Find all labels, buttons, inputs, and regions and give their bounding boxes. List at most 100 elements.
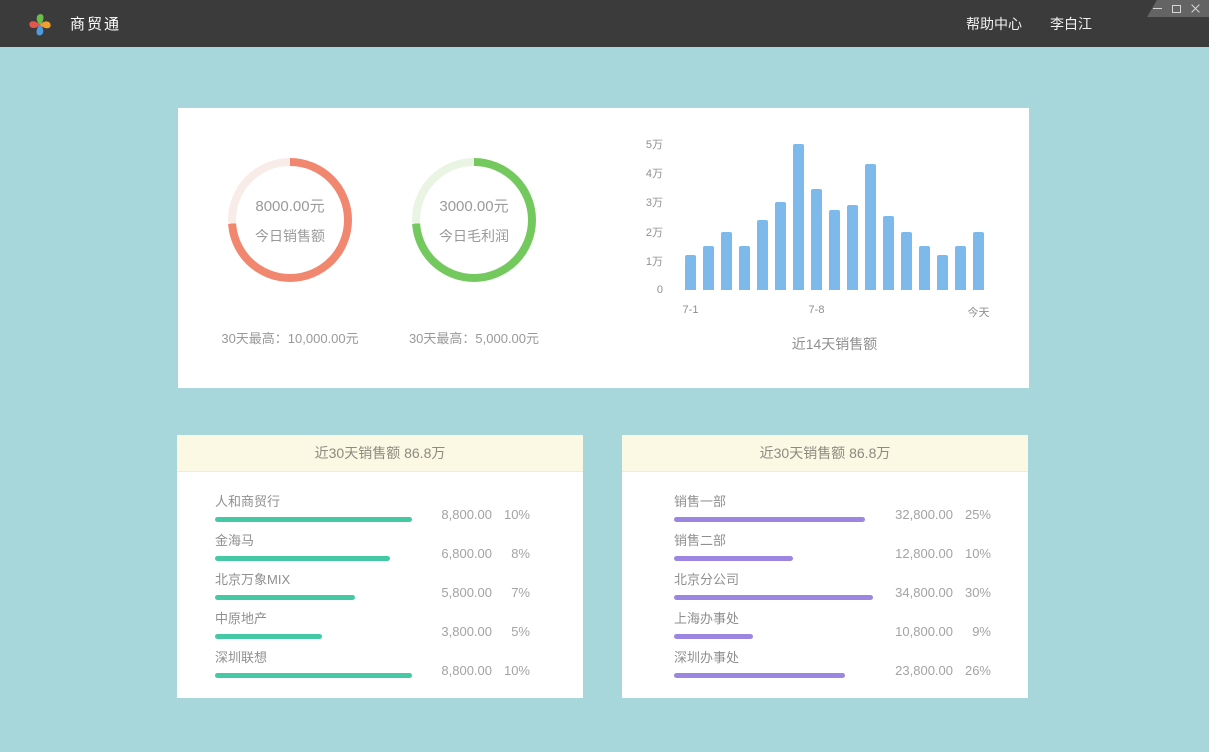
sales-bar bbox=[937, 255, 948, 290]
item-amount: 3,800.00 bbox=[441, 624, 492, 639]
item-amount: 8,800.00 bbox=[441, 663, 492, 678]
sales-bar bbox=[865, 164, 876, 290]
sales-bar bbox=[775, 202, 786, 290]
window-close-icon[interactable] bbox=[1191, 4, 1200, 13]
item-progress-bar bbox=[215, 673, 412, 678]
item-label: 金海马 bbox=[215, 530, 398, 549]
chart-caption: 近14天销售额 bbox=[685, 334, 984, 354]
item-label: 北京分公司 bbox=[674, 569, 873, 588]
item-amount: 34,800.00 bbox=[895, 585, 953, 600]
today-profit-value: 3000.00元 bbox=[439, 195, 508, 216]
sales-bar bbox=[811, 189, 822, 290]
sales-bar bbox=[793, 144, 804, 290]
item-main: 中原地产 bbox=[215, 603, 398, 642]
item-percent: 8% bbox=[492, 546, 530, 561]
item-progress-bar bbox=[674, 634, 753, 639]
sales-bar bbox=[757, 220, 768, 290]
list-item: 深圳联想 8,800.0010% bbox=[215, 642, 530, 681]
item-label: 深圳联想 bbox=[215, 647, 412, 666]
window-maximize-icon[interactable] bbox=[1172, 5, 1181, 13]
list-item: 中原地产3,800.005% bbox=[215, 603, 530, 642]
panel-title: 近30天销售额 86.8万 bbox=[622, 435, 1028, 472]
list-item: 人和商贸行8,800.0010% bbox=[215, 486, 530, 525]
item-percent: 10% bbox=[492, 507, 530, 522]
panel-body: 销售一部32,800.0025%销售二部12,800.0010%北京分公司34,… bbox=[622, 472, 1028, 681]
item-progress-bar bbox=[674, 673, 845, 678]
item-amount: 10,800.00 bbox=[895, 624, 953, 639]
sales-bar bbox=[919, 246, 930, 290]
today-profit-gauge: 3000.00元 今日毛利润 bbox=[412, 158, 536, 282]
sales-bar bbox=[685, 255, 696, 290]
item-value: 6,800.008% bbox=[398, 525, 530, 564]
item-amount: 32,800.00 bbox=[895, 507, 953, 522]
user-name-link[interactable]: 李白江 bbox=[1050, 14, 1092, 34]
y-axis-tick: 4万 bbox=[646, 165, 663, 181]
list-item: 北京分公司34,800.0030% bbox=[674, 564, 991, 603]
item-progress-bar bbox=[215, 556, 390, 561]
today-sales-value: 8000.00元 bbox=[255, 195, 324, 216]
brand: 商贸通 bbox=[27, 11, 121, 37]
item-value: 5,800.007% bbox=[398, 564, 530, 603]
item-main: 人和商贸行 bbox=[215, 486, 412, 525]
item-percent: 7% bbox=[492, 585, 530, 600]
item-percent: 10% bbox=[492, 663, 530, 678]
item-label: 销售二部 bbox=[674, 530, 859, 549]
item-amount: 8,800.00 bbox=[441, 507, 492, 522]
item-amount: 5,800.00 bbox=[441, 585, 492, 600]
y-axis: 5万4万3万2万1万0 bbox=[613, 144, 663, 290]
y-axis-tick: 0 bbox=[657, 284, 663, 296]
item-label: 上海办事处 bbox=[674, 608, 859, 627]
item-percent: 9% bbox=[953, 624, 991, 639]
item-progress-bar bbox=[674, 517, 865, 522]
item-value: 34,800.0030% bbox=[873, 564, 991, 603]
list-item: 深圳办事处23,800.0026% bbox=[674, 642, 991, 681]
item-percent: 26% bbox=[953, 663, 991, 678]
y-axis-tick: 1万 bbox=[646, 253, 663, 269]
item-label: 人和商贸行 bbox=[215, 491, 412, 510]
list-item: 上海办事处 10,800.009% bbox=[674, 603, 991, 642]
customer-sales-panel: 近30天销售额 86.8万 人和商贸行8,800.0010%金海马6,800.0… bbox=[177, 435, 583, 698]
item-percent: 25% bbox=[953, 507, 991, 522]
item-amount: 23,800.00 bbox=[895, 663, 953, 678]
window-controls bbox=[1147, 0, 1209, 17]
item-value: 32,800.0025% bbox=[865, 486, 991, 525]
item-progress-bar bbox=[215, 634, 322, 639]
item-main: 销售二部 bbox=[674, 525, 859, 564]
summary-card: 8000.00元 今日销售额 3000.00元 今日毛利润 30天最高：10,0… bbox=[178, 108, 1029, 388]
bar-plot bbox=[685, 144, 984, 290]
item-value: 8,800.0010% bbox=[412, 486, 530, 525]
list-item: 销售一部32,800.0025% bbox=[674, 486, 991, 525]
sales-bar bbox=[721, 232, 732, 290]
item-label: 深圳办事处 bbox=[674, 647, 859, 666]
item-value: 23,800.0026% bbox=[859, 642, 991, 681]
sales-bar bbox=[955, 246, 966, 290]
item-main: 北京分公司 bbox=[674, 564, 873, 603]
sales-bar bbox=[847, 205, 858, 290]
y-axis-tick: 5万 bbox=[646, 136, 663, 152]
sales-bar bbox=[703, 246, 714, 290]
app-logo-pinwheel-icon bbox=[27, 11, 53, 37]
titlebar-menu: 帮助中心 李白江 bbox=[966, 14, 1092, 34]
item-value: 3,800.005% bbox=[398, 603, 530, 642]
item-main: 销售一部 bbox=[674, 486, 865, 525]
list-item: 销售二部 12,800.0010% bbox=[674, 525, 991, 564]
today-sales-label: 今日销售额 bbox=[255, 226, 325, 246]
x-axis-tick: 今天 bbox=[968, 304, 990, 320]
y-axis-tick: 3万 bbox=[646, 194, 663, 210]
window-minimize-icon[interactable] bbox=[1153, 8, 1162, 9]
item-percent: 10% bbox=[953, 546, 991, 561]
item-progress-bar bbox=[215, 595, 355, 600]
item-progress-bar bbox=[674, 595, 873, 600]
help-center-link[interactable]: 帮助中心 bbox=[966, 14, 1022, 34]
item-label: 销售一部 bbox=[674, 491, 865, 510]
item-main: 北京万象MIX bbox=[215, 564, 398, 603]
profit-30day-high: 30天最高：5,000.00元 bbox=[364, 328, 584, 347]
today-sales-gauge: 8000.00元 今日销售额 bbox=[228, 158, 352, 282]
item-percent: 5% bbox=[492, 624, 530, 639]
item-amount: 12,800.00 bbox=[895, 546, 953, 561]
x-axis-tick: 7-1 bbox=[683, 304, 699, 316]
list-item: 金海马6,800.008% bbox=[215, 525, 530, 564]
today-profit-label: 今日毛利润 bbox=[439, 226, 509, 246]
item-progress-bar bbox=[215, 517, 412, 522]
sales-bar bbox=[901, 232, 912, 290]
